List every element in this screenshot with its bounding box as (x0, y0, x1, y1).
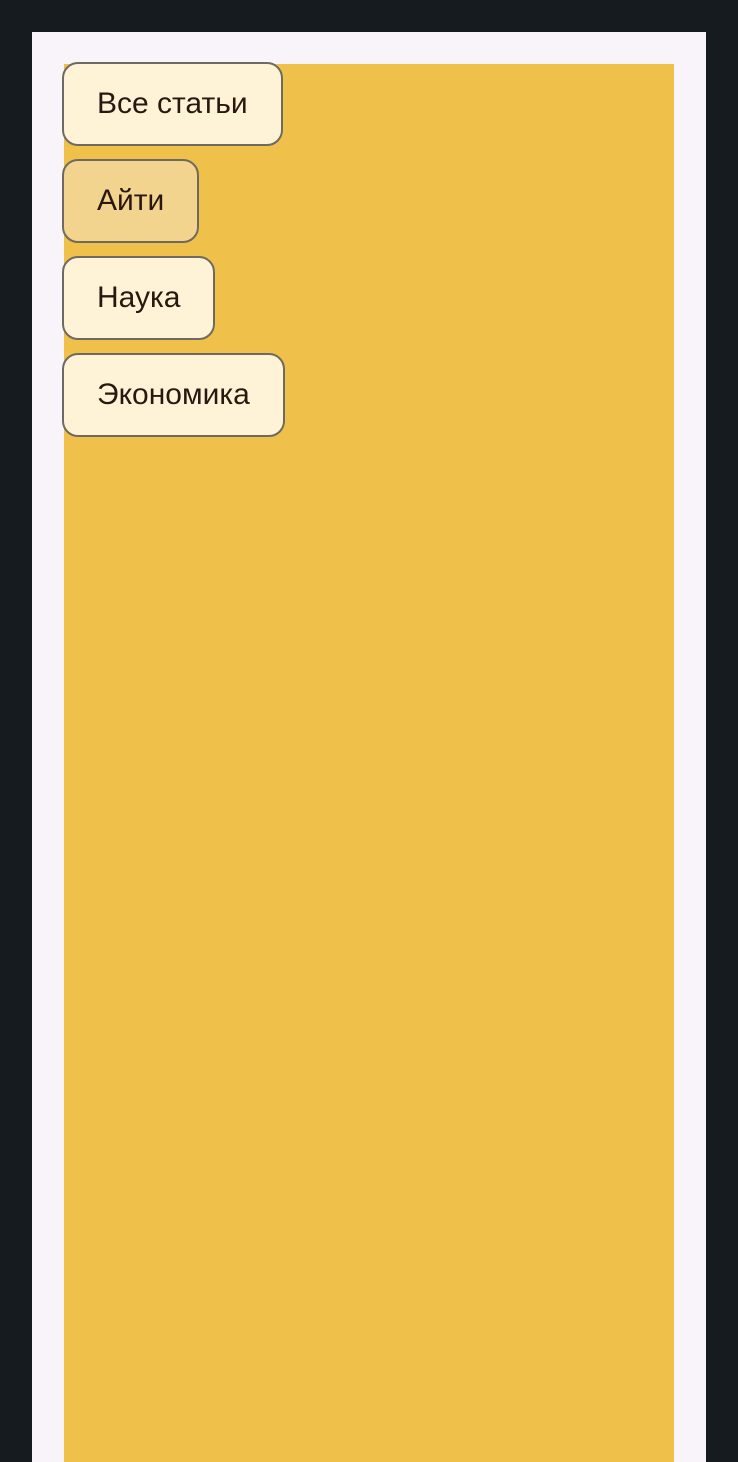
page-frame: Все статьи Айти Наука Экономика (32, 32, 706, 1462)
category-filter-list: Все статьи Айти Наука Экономика (62, 62, 285, 437)
category-button-all-articles[interactable]: Все статьи (62, 62, 283, 146)
category-button-science[interactable]: Наука (62, 256, 216, 340)
category-button-economics[interactable]: Экономика (62, 353, 285, 437)
category-button-it[interactable]: Айти (62, 159, 200, 243)
content-panel: Все статьи Айти Наука Экономика (62, 62, 674, 1462)
